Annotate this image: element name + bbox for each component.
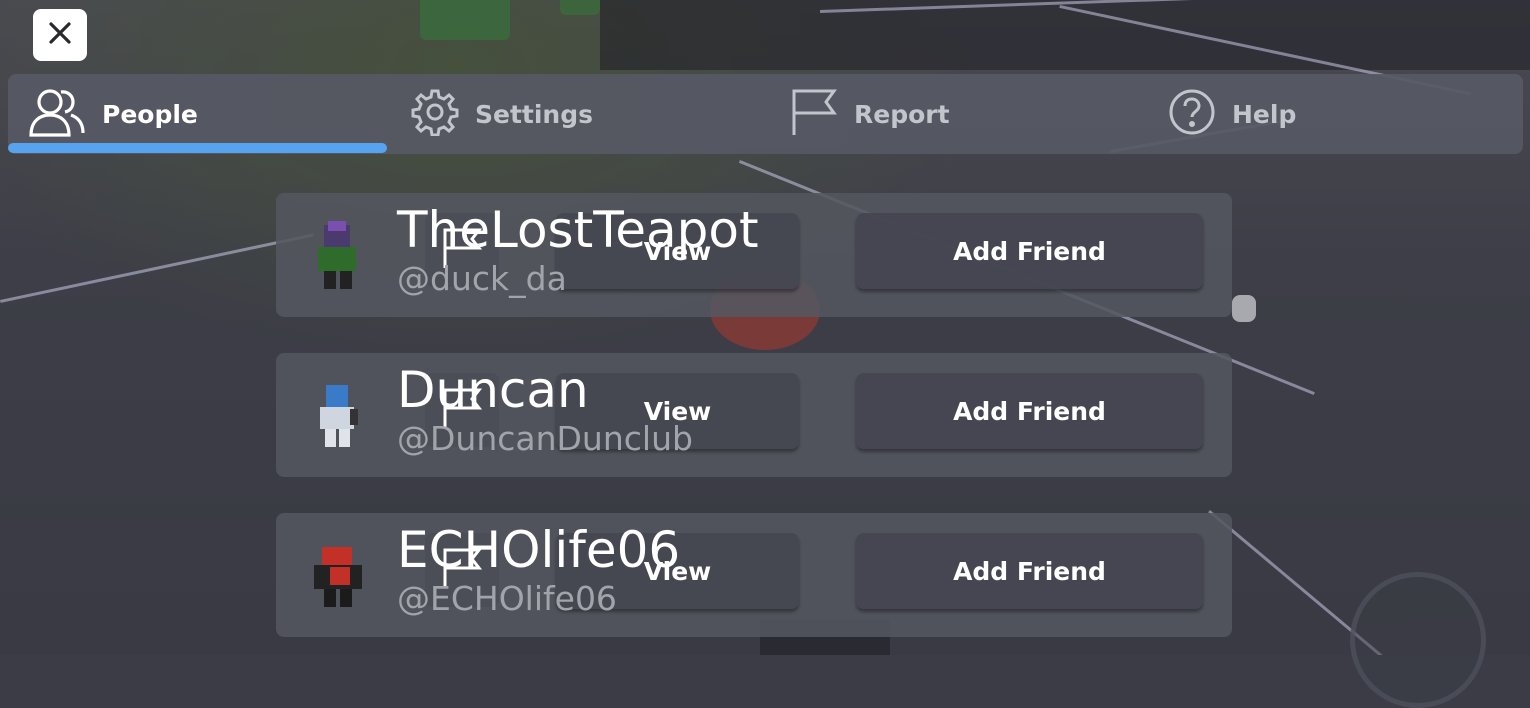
player-display-name: ECHOlife06 (397, 521, 681, 579)
player-display-name: Duncan (397, 361, 589, 419)
player-row: View TheLostTeapot @duck_da Add Friend (276, 193, 1232, 317)
jump-button[interactable] (1350, 572, 1486, 708)
tab-help[interactable]: Help (1168, 74, 1296, 154)
tab-settings-label: Settings (475, 99, 594, 129)
player-avatar (300, 537, 376, 613)
player-username: @duck_da (397, 259, 567, 298)
tab-report[interactable]: Report (790, 74, 950, 154)
player-avatar (300, 217, 376, 293)
gear-icon (411, 88, 459, 140)
add-friend-button[interactable]: Add Friend (856, 213, 1203, 289)
player-row: View ECHOlife06 @ECHOlife06 Add Friend (276, 513, 1232, 637)
people-icon (28, 83, 86, 145)
tab-people[interactable]: People (28, 74, 198, 154)
player-username: @DuncanDunclub (397, 419, 693, 458)
player-username: @ECHOlife06 (397, 579, 617, 618)
player-display-name: TheLostTeapot (397, 201, 759, 259)
tab-people-label: People (102, 99, 198, 129)
player-row: View Duncan @DuncanDunclub Add Friend (276, 353, 1232, 477)
player-avatar (300, 377, 376, 453)
add-friend-button[interactable]: Add Friend (856, 533, 1203, 609)
close-icon (47, 20, 73, 50)
player-list-scrollbar[interactable] (1232, 295, 1256, 322)
tab-settings[interactable]: Settings (411, 74, 593, 154)
add-friend-button[interactable]: Add Friend (856, 373, 1203, 449)
close-button[interactable] (33, 9, 87, 61)
tab-report-label: Report (854, 99, 950, 129)
help-icon (1168, 88, 1216, 140)
flag-icon (790, 87, 838, 141)
menu-tab-bar: People Settings Report Help (8, 74, 1523, 154)
tab-help-label: Help (1232, 99, 1297, 129)
active-tab-indicator (8, 143, 387, 153)
